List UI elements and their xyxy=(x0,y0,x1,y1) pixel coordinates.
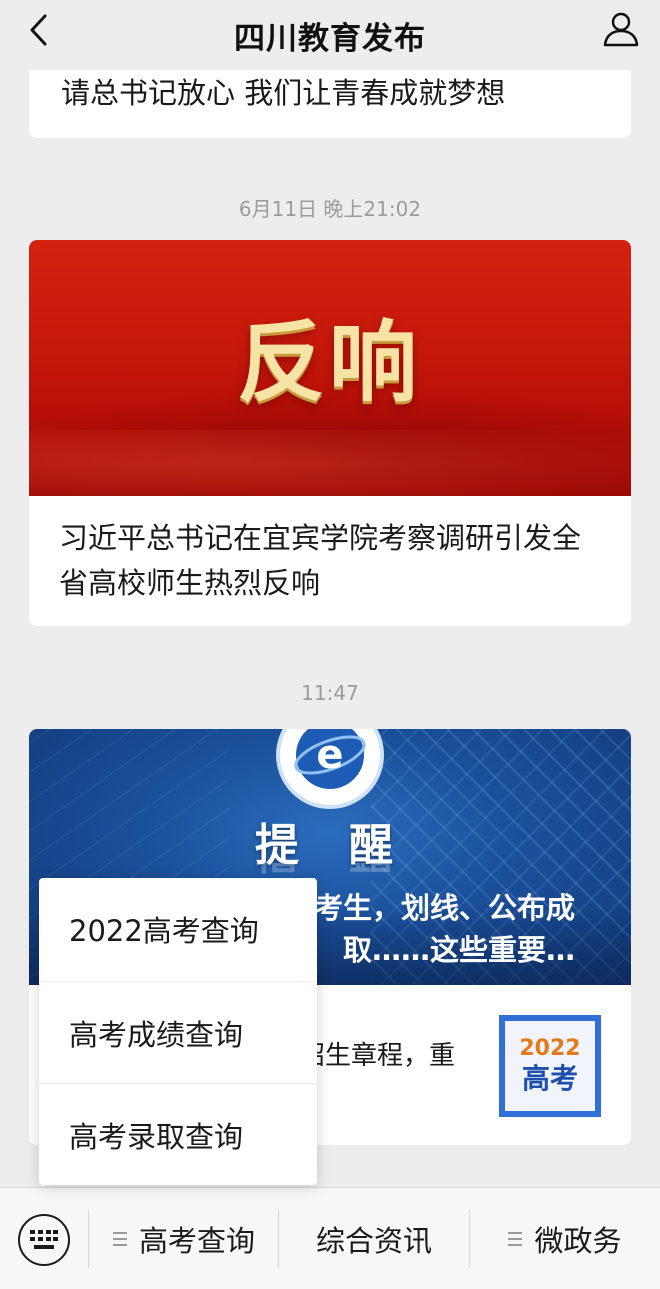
menu-item-gov-services[interactable]: 微政务 xyxy=(470,1188,660,1289)
back-button[interactable] xyxy=(18,10,58,50)
sub-article-thumbnail: 2022 高考 xyxy=(499,1015,601,1117)
message-timestamp: 6月11日 晚上21:02 xyxy=(238,197,422,221)
submenu-lines-icon xyxy=(112,1232,127,1246)
message-timestamp: 11:47 xyxy=(301,681,359,705)
menu-item-gaokao-query[interactable]: 高考查询 xyxy=(90,1188,278,1289)
article-card[interactable]: 反响 习近平总书记在宜宾学院考察调研引发全省高校师生热烈反响 xyxy=(29,240,631,626)
keyboard-toggle-button[interactable] xyxy=(18,1214,70,1266)
submenu-item-2022-gaokao-query[interactable]: 2022高考查询 xyxy=(39,878,317,980)
person-icon xyxy=(603,12,639,47)
bottom-menu-bar: 高考查询 综合资讯 微政务 xyxy=(0,1187,660,1289)
sub-article-title: 招生章程，重 xyxy=(299,1041,456,1071)
submenu-popup: 2022高考查询 高考成绩查询 高考录取查询 xyxy=(39,878,317,1185)
submenu-item-admission-query[interactable]: 高考录取查询 xyxy=(39,1083,317,1185)
submenu-lines-icon xyxy=(508,1232,523,1246)
article-title: 请总书记放心 我们让青春成就梦想 xyxy=(61,76,506,110)
menu-item-general-news[interactable]: 综合资讯 xyxy=(279,1188,469,1289)
education-logo-icon: e xyxy=(276,729,384,809)
chevron-left-icon xyxy=(30,14,47,46)
page-title: 四川教育发布 xyxy=(234,20,426,57)
article-title: 习近平总书记在宜宾学院考察调研引发全省高校师生热烈反响 xyxy=(59,521,582,600)
keyboard-icon xyxy=(30,1230,58,1249)
cover-heading: 反响 xyxy=(237,311,422,414)
svg-text:e: e xyxy=(316,732,343,778)
profile-button[interactable] xyxy=(598,6,644,52)
submenu-item-score-query[interactable]: 高考成绩查询 xyxy=(39,981,317,1083)
article-cover-image: 反响 xyxy=(29,240,631,496)
top-nav-bar: 四川教育发布 xyxy=(0,0,660,70)
